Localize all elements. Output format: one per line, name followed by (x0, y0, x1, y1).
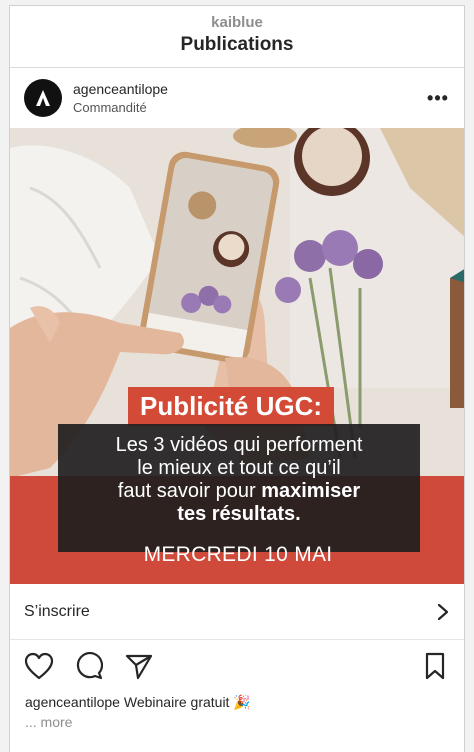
account-name: kaiblue (211, 14, 263, 31)
post-media[interactable]: Publicité UGC: Les 3 vidéos qui performe… (10, 128, 464, 584)
headline-line-2: le mieux et tout ce qu’il (137, 457, 341, 479)
signup-label: S’inscrire (24, 602, 90, 620)
creative-tag: Publicité UGC: (128, 387, 335, 426)
headline-line-3-prefix: faut savoir pour (117, 480, 262, 502)
share-send-icon[interactable] (122, 649, 156, 683)
post-header: agenceantilope Commandité ••• (10, 68, 464, 128)
chevron-right-icon (437, 603, 449, 620)
headline-line-3-bold: maximiser (261, 480, 361, 502)
author-avatar[interactable] (24, 79, 62, 117)
publications-screen: kaiblue Publications agenceantilope Comm… (9, 5, 465, 752)
post-caption: agenceantilope Webinaire gratuit 🎉 (10, 692, 464, 712)
caption-username[interactable]: agenceantilope (25, 694, 120, 710)
creative-headline: Les 3 vidéos qui performent le mieux et … (58, 424, 420, 552)
like-heart-icon[interactable] (22, 649, 56, 683)
antilope-logo-icon (36, 90, 50, 106)
headline-line-1: Les 3 vidéos qui performent (115, 434, 363, 456)
caption-text: Webinaire gratuit 🎉 (123, 694, 251, 710)
headline-line-3: faut savoir pour maximiser (58, 480, 420, 503)
author-name[interactable]: agenceantilope (73, 81, 426, 97)
top-bar: kaiblue Publications (10, 6, 464, 68)
more-dots-icon[interactable]: ••• (426, 89, 450, 107)
caption-more-link[interactable]: ... more (10, 712, 464, 732)
sponsored-label: Commandité (73, 100, 147, 115)
bookmark-icon[interactable] (418, 649, 452, 683)
page-title: Publications (180, 34, 294, 55)
headline-line-4: tes résultats. (177, 503, 301, 525)
comment-icon[interactable] (72, 649, 106, 683)
signup-cta[interactable]: S’inscrire (10, 584, 464, 640)
post-actions (10, 640, 464, 692)
event-date: MERCREDI 10 MAI (143, 543, 333, 566)
